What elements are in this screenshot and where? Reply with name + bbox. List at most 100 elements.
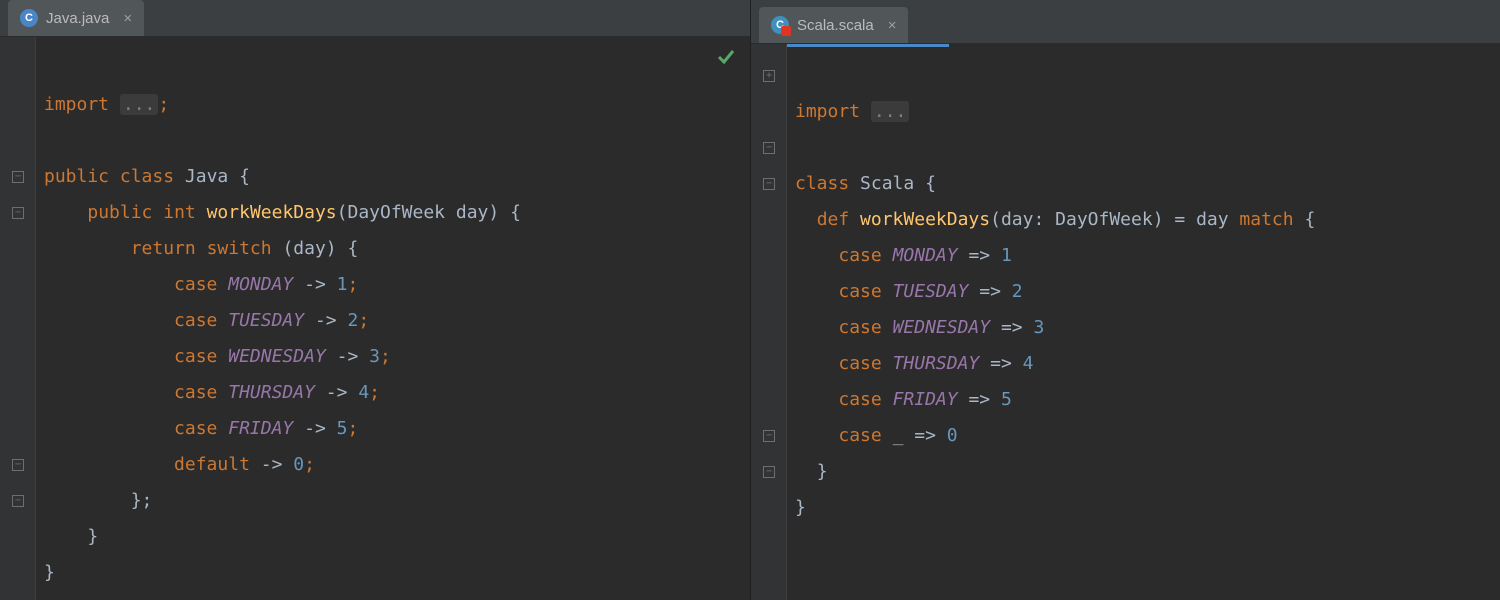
fold-icon[interactable]: [763, 178, 775, 190]
keyword-case: case: [174, 310, 217, 331]
enum-friday: FRIDAY: [228, 418, 293, 439]
enum-tuesday: TUESDAY: [893, 281, 969, 302]
arrow: ->: [261, 454, 283, 475]
enum-monday: MONDAY: [228, 274, 293, 295]
keyword-case: case: [174, 346, 217, 367]
semicolon: ;: [369, 382, 380, 403]
keyword-case: case: [838, 353, 881, 374]
semicolon: ;: [358, 310, 369, 331]
brace: {: [1304, 209, 1315, 230]
number: 3: [1033, 317, 1044, 338]
tab-scala[interactable]: C Scala.scala ×: [759, 7, 908, 43]
paren: (: [337, 202, 348, 223]
keyword-return: return: [131, 238, 196, 259]
enum-friday: FRIDAY: [893, 389, 958, 410]
keyword-int: int: [163, 202, 196, 223]
enum-thursday: THURSDAY: [893, 353, 980, 374]
number: 1: [1001, 245, 1012, 266]
keyword-public: public: [87, 202, 152, 223]
number: 0: [947, 425, 958, 446]
arrow: =>: [914, 425, 936, 446]
semicolon: ;: [380, 346, 391, 367]
keyword-case: case: [174, 274, 217, 295]
keyword-class: class: [120, 166, 174, 187]
keyword-match: match: [1239, 209, 1293, 230]
method-name: workWeekDays: [207, 202, 337, 223]
type-name: DayOfWeek: [1055, 209, 1153, 230]
editor-pane-java: C Java.java × import ...; public class J…: [0, 0, 750, 600]
keyword-import: import: [44, 94, 109, 115]
paren-brace: ) {: [488, 202, 521, 223]
fold-icon[interactable]: [763, 430, 775, 442]
param-name: day: [456, 202, 489, 223]
close-brace: }: [87, 526, 98, 547]
paren: ): [1153, 209, 1164, 230]
fold-icon[interactable]: [763, 466, 775, 478]
keyword-case: case: [838, 317, 881, 338]
switch-head: (day) {: [282, 238, 358, 259]
keyword-case: case: [838, 425, 881, 446]
gutter: [751, 44, 787, 600]
keyword-class: class: [795, 173, 849, 194]
folded-region[interactable]: ...: [120, 94, 159, 115]
number: 5: [1001, 389, 1012, 410]
checkmark-icon: [716, 47, 736, 67]
scala-file-icon: C: [771, 16, 789, 34]
semicolon: ;: [348, 274, 359, 295]
close-brace-semi: };: [131, 490, 153, 511]
arrow: =>: [968, 389, 990, 410]
number: 3: [369, 346, 380, 367]
enum-wednesday: WEDNESDAY: [893, 317, 991, 338]
identifier: day: [1196, 209, 1229, 230]
number: 4: [358, 382, 369, 403]
fold-icon[interactable]: [763, 142, 775, 154]
keyword-public: public: [44, 166, 109, 187]
keyword-default: default: [174, 454, 250, 475]
param-name: day: [1001, 209, 1034, 230]
close-icon[interactable]: ×: [888, 17, 897, 34]
colon: :: [1033, 209, 1044, 230]
arrow: =>: [968, 245, 990, 266]
brace: {: [239, 166, 250, 187]
code-area-scala[interactable]: import ... class Scala { def workWeekDay…: [787, 44, 1500, 600]
arrow: =>: [1001, 317, 1023, 338]
editor-pane-scala: C Scala.scala × import ... class Scala {…: [750, 0, 1500, 600]
tab-label: Scala.scala: [797, 17, 874, 34]
close-brace: }: [44, 562, 55, 583]
folded-region[interactable]: ...: [871, 101, 910, 122]
method-name: workWeekDays: [860, 209, 990, 230]
class-name: Scala: [860, 173, 914, 194]
number: 2: [347, 310, 358, 331]
keyword-def: def: [817, 209, 850, 230]
paren: (: [990, 209, 1001, 230]
number: 5: [337, 418, 348, 439]
arrow: ->: [337, 346, 359, 367]
wildcard: _: [893, 425, 904, 446]
fold-icon[interactable]: [763, 70, 775, 82]
code-area-java[interactable]: import ...; public class Java { public i…: [36, 37, 750, 600]
arrow: =>: [990, 353, 1012, 374]
keyword-switch: switch: [207, 238, 272, 259]
arrow: ->: [304, 418, 326, 439]
fold-icon[interactable]: [12, 459, 24, 471]
arrow: =>: [979, 281, 1001, 302]
tab-bar: C Java.java ×: [0, 0, 750, 37]
close-brace: }: [795, 497, 806, 518]
close-brace: }: [817, 461, 828, 482]
semicolon: ;: [158, 94, 169, 115]
number: 2: [1012, 281, 1023, 302]
keyword-case: case: [174, 382, 217, 403]
tab-java[interactable]: C Java.java ×: [8, 0, 144, 36]
number: 0: [293, 454, 304, 475]
type-name: DayOfWeek: [347, 202, 445, 223]
fold-icon[interactable]: [12, 495, 24, 507]
fold-icon[interactable]: [12, 171, 24, 183]
tab-bar: C Scala.scala ×: [751, 0, 1500, 44]
arrow: ->: [326, 382, 348, 403]
gutter: [0, 37, 36, 600]
brace: {: [925, 173, 936, 194]
close-icon[interactable]: ×: [123, 10, 132, 27]
enum-monday: MONDAY: [893, 245, 958, 266]
keyword-import: import: [795, 101, 860, 122]
fold-icon[interactable]: [12, 207, 24, 219]
